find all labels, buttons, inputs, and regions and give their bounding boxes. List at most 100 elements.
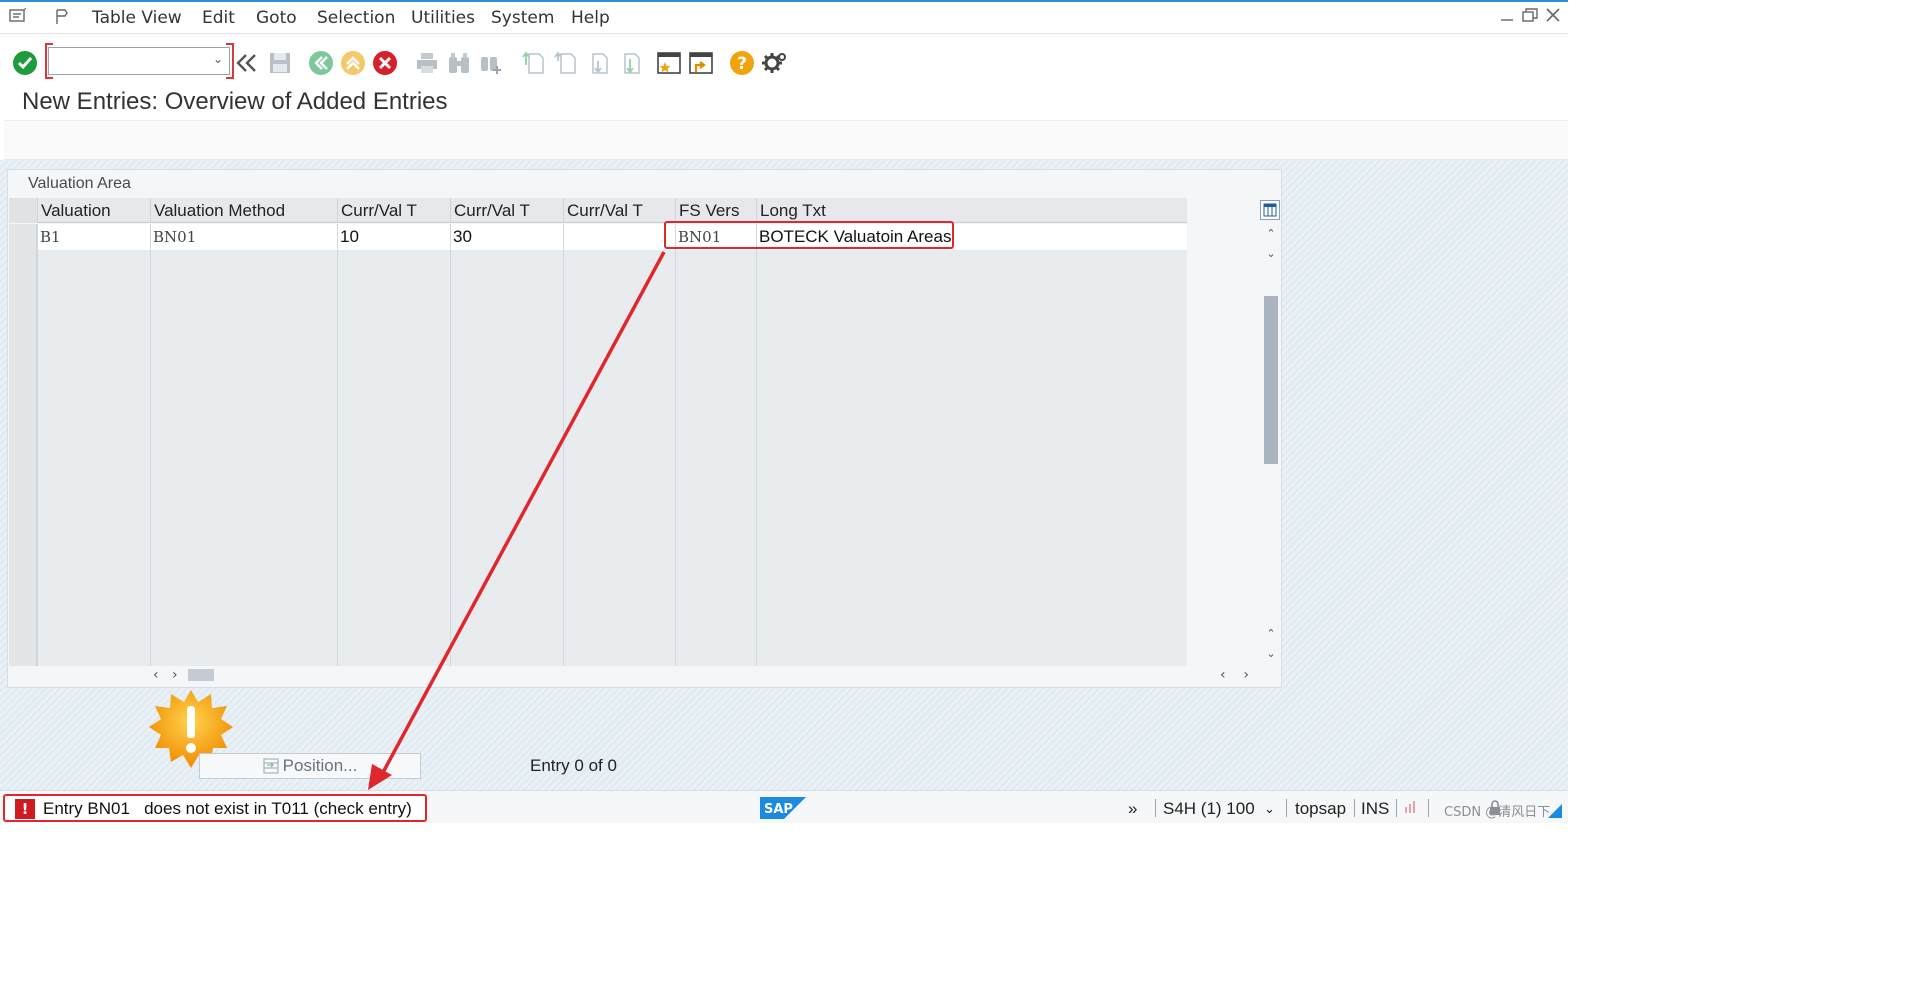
table-cell[interactable] [756, 302, 1187, 328]
table-cell[interactable] [37, 432, 150, 458]
scroll-thumb[interactable] [1264, 296, 1278, 464]
column-header-long-txt[interactable]: Long Txt [756, 198, 1187, 223]
row-selector[interactable] [9, 328, 37, 354]
system-info[interactable]: S4H (1) 100 [1163, 799, 1255, 819]
table-cell[interactable] [150, 328, 337, 354]
column-header-curr-val-t-2[interactable]: Curr/Val T [450, 198, 563, 223]
chevron-down-icon[interactable]: ⌄ [1262, 246, 1280, 262]
cell-curr-val-t-1[interactable]: 10 [337, 224, 450, 250]
row-selector[interactable] [9, 380, 37, 406]
table-cell[interactable] [563, 276, 675, 302]
scroll-left-icon[interactable]: ‹ [1220, 667, 1226, 683]
menu-goto[interactable]: Goto [256, 8, 297, 28]
table-cell[interactable] [337, 588, 450, 614]
table-cell[interactable] [675, 302, 756, 328]
next-page-icon[interactable] [584, 50, 610, 76]
resize-grip-icon[interactable] [1548, 803, 1562, 822]
table-cell[interactable] [756, 276, 1187, 302]
table-cell[interactable] [337, 380, 450, 406]
help-icon[interactable]: ? [729, 50, 755, 76]
table-cell[interactable] [450, 458, 563, 484]
table-cell[interactable] [563, 406, 675, 432]
table-cell[interactable] [675, 458, 756, 484]
table-cell[interactable] [675, 380, 756, 406]
prev-page-icon[interactable] [552, 50, 578, 76]
collapse-icon[interactable] [234, 50, 260, 76]
scroll-left-icon[interactable]: ‹ [153, 667, 159, 683]
row-selector[interactable] [9, 614, 37, 640]
table-cell[interactable] [756, 458, 1187, 484]
table-cell[interactable] [37, 302, 150, 328]
table-cell[interactable] [756, 250, 1187, 276]
menu-utilities[interactable]: Utilities [411, 8, 475, 28]
cell-valuation-method[interactable]: BN01 [150, 224, 337, 250]
table-cell[interactable] [563, 328, 675, 354]
table-cell[interactable] [563, 302, 675, 328]
cancel-icon[interactable] [372, 50, 398, 76]
table-cell[interactable] [150, 302, 337, 328]
table-cell[interactable] [756, 380, 1187, 406]
enter-icon[interactable] [12, 50, 38, 76]
table-cell[interactable] [37, 354, 150, 380]
table-cell[interactable] [37, 458, 150, 484]
table-cell[interactable] [37, 276, 150, 302]
row-selector[interactable] [9, 458, 37, 484]
table-cell[interactable] [150, 432, 337, 458]
find-icon[interactable] [446, 50, 472, 76]
menu-toggle-icon[interactable] [8, 7, 28, 26]
table-cell[interactable] [37, 250, 150, 276]
table-cell[interactable] [675, 640, 756, 666]
chevron-down-icon[interactable]: ⌄ [213, 52, 223, 66]
menu-selection[interactable]: Selection [317, 8, 395, 28]
table-cell[interactable] [563, 510, 675, 536]
table-cell[interactable] [150, 458, 337, 484]
table-cell[interactable] [37, 614, 150, 640]
row-selector[interactable] [9, 432, 37, 458]
table-cell[interactable] [37, 640, 150, 666]
table-cell[interactable] [675, 276, 756, 302]
back-icon[interactable] [308, 50, 334, 76]
table-cell[interactable] [450, 562, 563, 588]
table-cell[interactable] [563, 354, 675, 380]
menu-edit[interactable]: Edit [202, 8, 235, 28]
column-header-curr-val-t-1[interactable]: Curr/Val T [337, 198, 450, 223]
menu-system[interactable]: System [491, 8, 554, 28]
row-selector[interactable] [9, 224, 37, 250]
row-selector[interactable] [9, 562, 37, 588]
table-cell[interactable] [150, 640, 337, 666]
column-header-valuation-method[interactable]: Valuation Method [150, 198, 337, 223]
table-cell[interactable] [37, 484, 150, 510]
table-cell[interactable] [37, 562, 150, 588]
table-cell[interactable] [675, 328, 756, 354]
table-cell[interactable] [756, 562, 1187, 588]
horizontal-scroll-right[interactable]: ‹ › [1220, 667, 1249, 683]
table-cell[interactable] [150, 510, 337, 536]
table-cell[interactable] [756, 328, 1187, 354]
table-cell[interactable] [337, 302, 450, 328]
table-cell[interactable] [450, 380, 563, 406]
column-header-valuation[interactable]: Valuation [37, 198, 150, 223]
table-cell[interactable] [756, 432, 1187, 458]
table-cell[interactable] [37, 328, 150, 354]
table-cell[interactable] [150, 588, 337, 614]
create-session-icon[interactable] [656, 50, 682, 76]
last-page-icon[interactable] [616, 50, 642, 76]
row-selector[interactable] [9, 484, 37, 510]
table-cell[interactable] [675, 432, 756, 458]
command-field[interactable]: ⌄ [48, 47, 230, 75]
table-cell[interactable] [756, 406, 1187, 432]
vertical-scrollbar[interactable]: ⌃ ⌄ ⌃ ⌄ [1262, 200, 1280, 666]
row-selector[interactable] [9, 510, 37, 536]
table-cell[interactable] [563, 380, 675, 406]
find-next-icon[interactable] [478, 50, 504, 76]
table-cell[interactable] [337, 562, 450, 588]
table-cell[interactable] [450, 354, 563, 380]
table-cell[interactable] [450, 276, 563, 302]
table-cell[interactable] [150, 484, 337, 510]
table-cell[interactable] [756, 536, 1187, 562]
table-cell[interactable] [337, 510, 450, 536]
shortcut-icon[interactable] [688, 50, 714, 76]
expand-status-icon[interactable]: » [1128, 799, 1137, 819]
table-cell[interactable] [450, 510, 563, 536]
table-cell[interactable] [337, 458, 450, 484]
